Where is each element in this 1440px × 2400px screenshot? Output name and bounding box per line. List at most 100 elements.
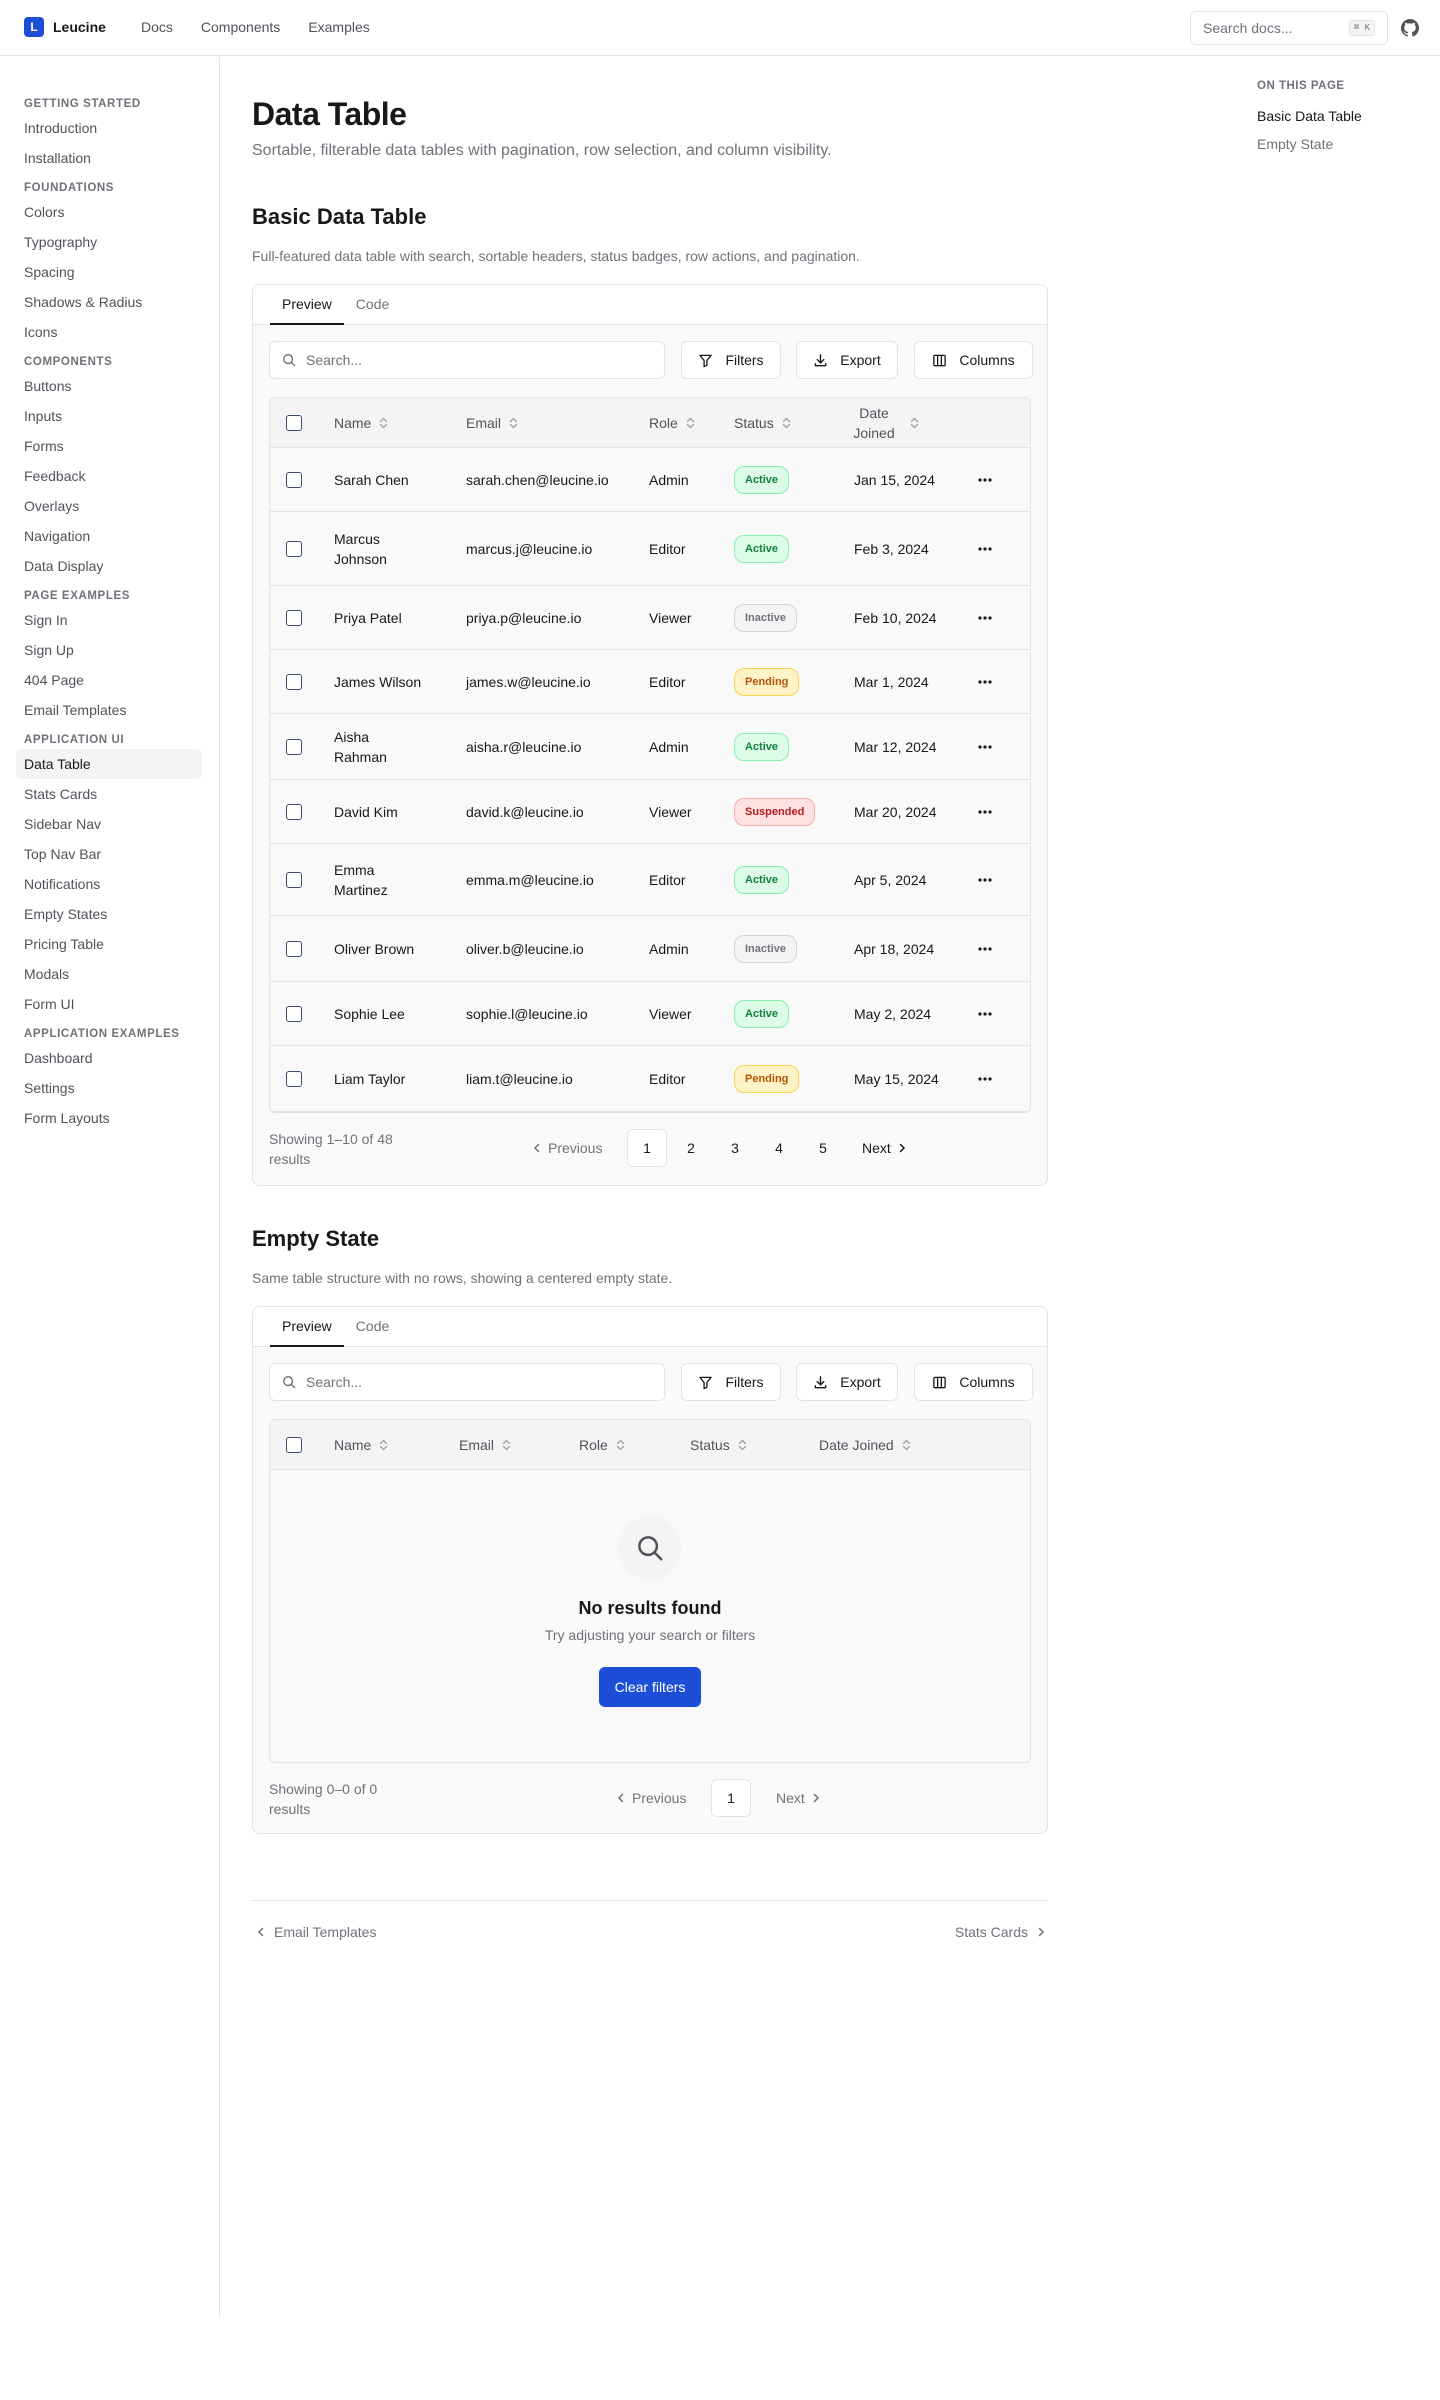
sidebar-item-empty-states[interactable]: Empty States: [0, 899, 219, 929]
export-button[interactable]: Export: [796, 1363, 898, 1401]
row-actions-button[interactable]: [978, 780, 992, 843]
cell-role: Viewer: [649, 1005, 692, 1022]
row-actions-button[interactable]: [978, 844, 992, 915]
top-nav-examples[interactable]: Examples: [308, 19, 369, 35]
previous-page-button[interactable]: Previous: [616, 1779, 686, 1817]
row-checkbox[interactable]: [286, 448, 302, 511]
row-actions-button[interactable]: [978, 982, 992, 1045]
sidebar-item-stats-cards[interactable]: Stats Cards: [0, 779, 219, 809]
sidebar-item-sign-up[interactable]: Sign Up: [0, 635, 219, 665]
next-page-button[interactable]: Next: [862, 1129, 907, 1167]
sidebar-item-sign-in[interactable]: Sign In: [0, 605, 219, 635]
column-header-name[interactable]: Name: [334, 398, 388, 448]
row-actions-button[interactable]: [978, 512, 992, 585]
page-button-1[interactable]: 1: [627, 1129, 667, 1167]
toc-link-empty[interactable]: Empty State: [1257, 130, 1362, 158]
sidebar-item-sidebar-nav[interactable]: Sidebar Nav: [0, 809, 219, 839]
columns-button[interactable]: Columns: [914, 1363, 1033, 1401]
row-actions-button[interactable]: [978, 714, 992, 779]
tab-preview[interactable]: Preview: [270, 1307, 344, 1347]
sidebar-item-feedback[interactable]: Feedback: [0, 461, 219, 491]
column-header-status[interactable]: Status: [690, 1420, 747, 1470]
column-header-email[interactable]: Email: [466, 398, 518, 448]
sidebar-item-forms[interactable]: Forms: [0, 431, 219, 461]
sidebar-item-data-table[interactable]: Data Table: [16, 749, 202, 779]
sidebar-item-dashboard[interactable]: Dashboard: [0, 1043, 219, 1073]
column-header-role[interactable]: Role: [649, 398, 695, 448]
tab-code[interactable]: Code: [344, 1307, 401, 1347]
columns-button[interactable]: Columns: [914, 341, 1033, 379]
row-actions-button[interactable]: [978, 916, 992, 981]
search-docs-input[interactable]: Search docs... ⌘ K: [1190, 11, 1388, 45]
sidebar-item-data-display[interactable]: Data Display: [0, 551, 219, 581]
row-checkbox[interactable]: [286, 586, 302, 649]
sidebar-item-icons[interactable]: Icons: [0, 317, 219, 347]
table-search-input[interactable]: Search...: [269, 1363, 665, 1401]
sidebar-item-email-templates[interactable]: Email Templates: [0, 695, 219, 725]
row-checkbox[interactable]: [286, 512, 302, 585]
top-nav-docs[interactable]: Docs: [141, 19, 173, 35]
page-button-5[interactable]: 5: [803, 1129, 843, 1167]
sidebar-item-colors[interactable]: Colors: [0, 197, 219, 227]
select-all-checkbox[interactable]: [286, 1420, 302, 1470]
prev-page-link[interactable]: Email Templates: [256, 1924, 376, 1940]
row-actions-button[interactable]: [978, 586, 992, 649]
top-nav-components[interactable]: Components: [201, 19, 280, 35]
sidebar-item-modals[interactable]: Modals: [0, 959, 219, 989]
sidebar-item-introduction[interactable]: Introduction: [0, 113, 219, 143]
next-page-button[interactable]: Next: [776, 1779, 821, 1817]
sidebar-item-inputs[interactable]: Inputs: [0, 401, 219, 431]
table-search-input[interactable]: Search...: [269, 341, 665, 379]
sidebar-item-typography[interactable]: Typography: [0, 227, 219, 257]
row-checkbox[interactable]: [286, 982, 302, 1045]
row-checkbox[interactable]: [286, 650, 302, 713]
column-header-status[interactable]: Status: [734, 398, 791, 448]
checkbox-box: [286, 738, 302, 755]
github-icon[interactable]: [1401, 19, 1419, 37]
clear-filters-button[interactable]: Clear filters: [598, 1667, 702, 1707]
sidebar-item-notifications[interactable]: Notifications: [0, 869, 219, 899]
column-header-email[interactable]: Email: [459, 1420, 511, 1470]
row-actions-button[interactable]: [978, 448, 992, 511]
page-button-4[interactable]: 4: [759, 1129, 799, 1167]
sidebar-item-shadows-radius[interactable]: Shadows & Radius: [0, 287, 219, 317]
page-button-3[interactable]: 3: [715, 1129, 755, 1167]
brand[interactable]: L Leucine: [24, 17, 106, 37]
sidebar-item-overlays[interactable]: Overlays: [0, 491, 219, 521]
row-actions-button[interactable]: [978, 1046, 992, 1111]
row-checkbox[interactable]: [286, 844, 302, 915]
sidebar-item-top-nav-bar[interactable]: Top Nav Bar: [0, 839, 219, 869]
row-checkbox[interactable]: [286, 916, 302, 981]
page-button-1[interactable]: 1: [711, 1779, 751, 1817]
filters-button[interactable]: Filters: [681, 1363, 781, 1401]
toc-title: ON THIS PAGE: [1257, 80, 1345, 92]
column-header-date-joined[interactable]: Date Joined: [846, 398, 919, 448]
cell-date-joined: Apr 5, 2024: [854, 871, 927, 888]
sidebar-item-spacing[interactable]: Spacing: [0, 257, 219, 287]
sidebar-item-pricing-table[interactable]: Pricing Table: [0, 929, 219, 959]
row-checkbox[interactable]: [286, 714, 302, 779]
tab-code[interactable]: Code: [344, 285, 401, 325]
next-page-link[interactable]: Stats Cards: [955, 1924, 1046, 1940]
tab-preview[interactable]: Preview: [270, 285, 344, 325]
column-header-role[interactable]: Role: [579, 1420, 625, 1470]
previous-page-button[interactable]: Previous: [532, 1129, 602, 1167]
row-checkbox[interactable]: [286, 1046, 302, 1111]
column-header-name[interactable]: Name: [334, 1420, 388, 1470]
sidebar-item-form-ui[interactable]: Form UI: [0, 989, 219, 1019]
sidebar-item-404-page[interactable]: 404 Page: [0, 665, 219, 695]
row-checkbox[interactable]: [286, 780, 302, 843]
select-all-checkbox[interactable]: [286, 398, 302, 448]
column-header-date-joined[interactable]: Date Joined: [819, 1420, 911, 1470]
sidebar-item-navigation[interactable]: Navigation: [0, 521, 219, 551]
sidebar-item-form-layouts[interactable]: Form Layouts: [0, 1103, 219, 1133]
cell-email: priya.p@leucine.io: [466, 609, 582, 626]
sidebar-item-installation[interactable]: Installation: [0, 143, 219, 173]
toc-link-basic[interactable]: Basic Data Table: [1257, 102, 1362, 130]
page-button-2[interactable]: 2: [671, 1129, 711, 1167]
sidebar-item-buttons[interactable]: Buttons: [0, 371, 219, 401]
sidebar-item-settings[interactable]: Settings: [0, 1073, 219, 1103]
export-button[interactable]: Export: [796, 341, 898, 379]
filters-button[interactable]: Filters: [681, 341, 781, 379]
row-actions-button[interactable]: [978, 650, 992, 713]
